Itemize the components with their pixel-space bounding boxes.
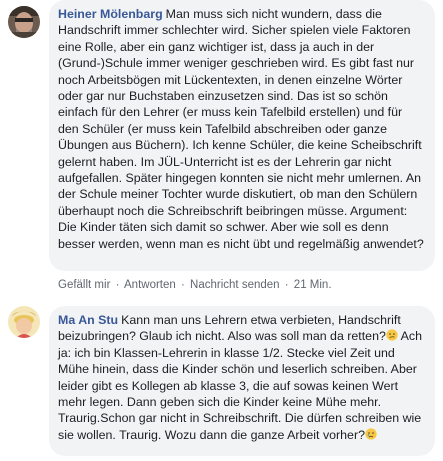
- separator: ·: [181, 279, 185, 291]
- separator: ·: [284, 279, 289, 291]
- like-link[interactable]: Gefällt mir: [58, 279, 110, 291]
- send-message-link[interactable]: Nachricht senden: [190, 279, 280, 291]
- reply-link[interactable]: Antworten: [124, 279, 176, 291]
- avatar[interactable]: [8, 6, 40, 38]
- crying-face-emoji-icon: [365, 428, 377, 440]
- comment-timestamp[interactable]: 21 Min.: [294, 279, 332, 291]
- avatar[interactable]: [8, 306, 40, 338]
- comment-text-continued: Ach ja: ich bin Klassen-Lehrerin in klas…: [58, 329, 422, 442]
- comment-actions: Gefällt mir · Antworten · Nachricht send…: [58, 278, 332, 292]
- separator: ·: [115, 279, 120, 291]
- comment-author[interactable]: Ma An Stu: [58, 313, 118, 327]
- comment-bubble: Ma An Stu Kann man uns Lehrern etwa verbi…: [49, 306, 435, 456]
- comment-bubble: Heiner Mölenbarg Man muss sich nicht wund…: [49, 0, 435, 271]
- comment-text: Man muss sich nicht wundern, dass die Ha…: [58, 7, 424, 251]
- comment-author[interactable]: Heiner Mölenbarg: [58, 7, 163, 21]
- confused-face-emoji-icon: [386, 329, 398, 342]
